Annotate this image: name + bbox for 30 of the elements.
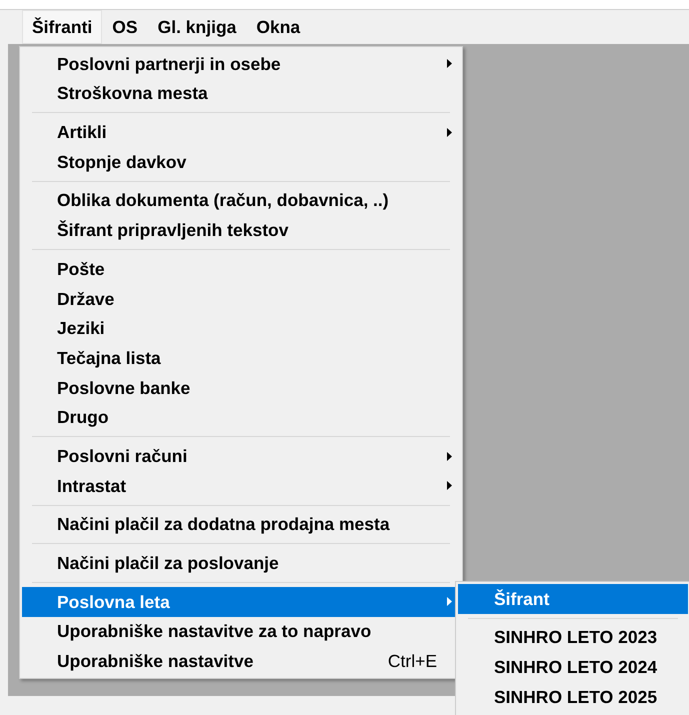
menu-item[interactable]: Intrastat	[22, 470, 460, 501]
menu-item[interactable]: Stroškovna mesta	[22, 78, 460, 108]
menu-item[interactable]: Poslovni računi	[22, 441, 460, 471]
menubar-item[interactable]: Okna	[246, 10, 310, 44]
menu-item[interactable]: Drugo	[22, 402, 460, 432]
menu-item[interactable]: Načini plačil za dodatna prodajna mesta	[22, 510, 460, 540]
submenu-item[interactable]: SINHRO LETO 2025	[458, 682, 688, 712]
submenu-arrow-icon	[447, 597, 452, 606]
menu-item[interactable]: Stopnje davkov	[22, 147, 460, 177]
menu-item[interactable]: Oblika dokumenta (račun, dobavnica, ..)	[22, 186, 460, 216]
submenu-item[interactable]: Šifrant	[458, 584, 688, 614]
submenu-item[interactable]: SINHRO LETO 2024	[458, 652, 688, 682]
menubar-item[interactable]: Gl. knjiga	[148, 10, 246, 44]
menu-item[interactable]: Jeziki	[22, 314, 460, 344]
submenu-arrow-icon	[447, 481, 452, 490]
menu-item[interactable]: Šifrant pripravljenih tekstov	[22, 215, 460, 246]
submenu-arrow-icon	[447, 128, 452, 137]
menu-item[interactable]: Poslovne banke	[22, 372, 460, 403]
submenu-arrow-icon	[447, 59, 452, 68]
submenu-item[interactable]: SINHRO LETO 2023	[458, 622, 688, 652]
menu-item[interactable]: Tečajna lista	[22, 343, 460, 373]
menu-item[interactable]: Poslovni partnerji in osebe	[22, 49, 460, 79]
menu-item[interactable]: Države	[22, 284, 460, 314]
submenu-arrow-icon	[447, 452, 452, 461]
menu-item[interactable]: Načini plačil za poslovanje	[22, 548, 460, 578]
menubar-item[interactable]: OS	[102, 10, 148, 44]
shortcut-label: Ctrl+E	[388, 650, 437, 674]
menu-item[interactable]: Pošte	[22, 254, 460, 284]
menubar-item[interactable]: Šifranti	[22, 10, 102, 44]
menu-item[interactable]: Artikli	[22, 117, 460, 148]
